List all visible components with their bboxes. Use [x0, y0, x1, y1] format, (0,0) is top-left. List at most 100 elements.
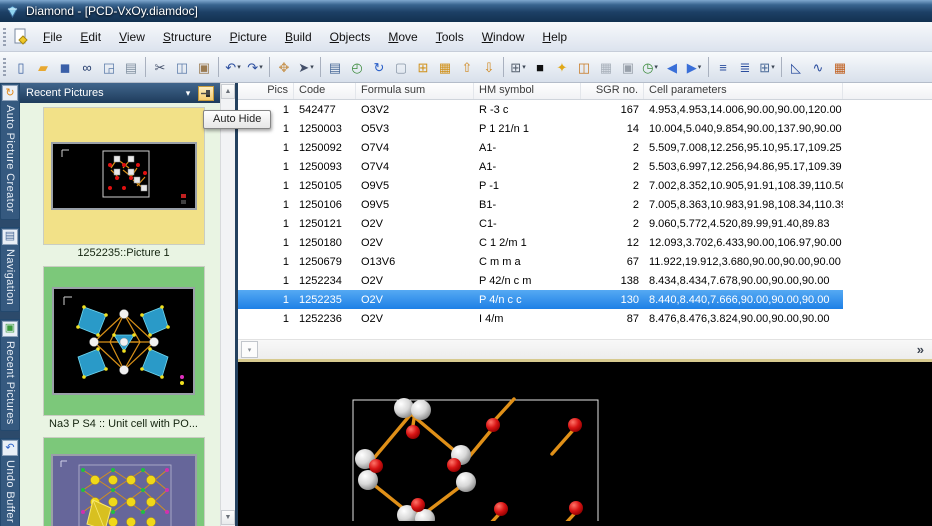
- select-button[interactable]: ➤▾: [295, 55, 317, 79]
- recent-picture-card-1252235[interactable]: [43, 107, 205, 245]
- picture-new-button[interactable]: ✦: [551, 55, 573, 79]
- table-row-1250679[interactable]: 11250679O13V6C m m a6711.922,19.912,3.68…: [238, 252, 843, 271]
- cell-code: 1250679: [294, 256, 356, 268]
- pan-button[interactable]: ✥: [273, 55, 295, 79]
- table-row-1250121[interactable]: 11250121O2VC1-29.060,5.772,4.520,89.99,9…: [238, 214, 843, 233]
- recent-picture-card-na3ps4[interactable]: [43, 266, 205, 416]
- menu-window[interactable]: Window: [473, 26, 534, 48]
- new-diamond-document-icon[interactable]: [12, 28, 30, 46]
- recent-picture-card-3[interactable]: [43, 437, 205, 526]
- menu-view[interactable]: View: [110, 26, 154, 48]
- copy-button[interactable]: ◫: [171, 55, 193, 79]
- panel-menu-chevron-icon[interactable]: ▾: [180, 86, 196, 101]
- dropdown-arrow-icon[interactable]: ▾: [259, 63, 263, 71]
- table-new-button[interactable]: ⊞: [412, 55, 434, 79]
- dropdown-arrow-icon[interactable]: ▾: [310, 63, 314, 71]
- picture-new-icon: ✦: [557, 61, 568, 74]
- blank-document-button[interactable]: ▢: [390, 55, 412, 79]
- redo-button[interactable]: ↷▾: [244, 55, 266, 79]
- table-row-1250093[interactable]: 11250093O7V4A1-25.503,6.997,12.256,94.86…: [238, 157, 843, 176]
- undo-button[interactable]: ↶▾: [222, 55, 244, 79]
- restore-picture-button[interactable]: ↻: [368, 55, 390, 79]
- table-row-1252234[interactable]: 11252234O2VP 42/n c m1388.434,8.434,7.67…: [238, 271, 843, 290]
- table-row-1250106[interactable]: 11250106O9V5B1-27.005,8.363,10.983,91.98…: [238, 195, 843, 214]
- menu-build[interactable]: Build: [276, 26, 321, 48]
- table-header-row[interactable]: PicsCodeFormula sumHM symbolSGR no.Cell …: [238, 83, 932, 100]
- menu-structure[interactable]: Structure: [154, 26, 221, 48]
- picture-active-button[interactable]: ■: [529, 55, 551, 79]
- table-row-1250003[interactable]: 11250003O5V3P 1 21/n 11410.004,5.040,9.8…: [238, 119, 843, 138]
- column-header-pics[interactable]: Pics: [238, 83, 294, 99]
- cell-hm-symbol: P 4/n c c: [474, 294, 581, 306]
- print-preview-button[interactable]: ◲: [98, 55, 120, 79]
- menu-picture[interactable]: Picture: [221, 26, 276, 48]
- dropdown-arrow-icon[interactable]: ▾: [698, 63, 702, 71]
- table-data-button[interactable]: ▦: [434, 55, 456, 79]
- auto-hide-tooltip: Auto Hide: [203, 110, 271, 129]
- table-row-1252235[interactable]: 11252235O2VP 4/n c c1308.440,8.440,7.666…: [238, 290, 843, 309]
- column-header-cell-parameters[interactable]: Cell parameters: [644, 83, 843, 99]
- menubar-grip[interactable]: [3, 28, 6, 46]
- menu-file[interactable]: File: [34, 26, 71, 48]
- column-header-hm-symbol[interactable]: HM symbol: [474, 83, 581, 99]
- cell-sgr-no-: 2: [581, 161, 644, 173]
- column-header-sgr-no-[interactable]: SGR no.: [581, 83, 644, 99]
- toolbar-grip[interactable]: [3, 58, 6, 76]
- import-sheet-button[interactable]: ⇧: [456, 55, 478, 79]
- find-button[interactable]: ∞: [76, 55, 98, 79]
- menu-move[interactable]: Move: [379, 26, 426, 48]
- tab-auto-picture-creator[interactable]: ↻Auto Picture Creator: [0, 83, 20, 220]
- table-view-button[interactable]: ⊞▾: [756, 55, 778, 79]
- data-sheet-button[interactable]: ▦: [829, 55, 851, 79]
- dropdown-arrow-icon[interactable]: ▾: [237, 63, 241, 71]
- structure-3d-view[interactable]: [238, 362, 932, 526]
- table-row-1252236[interactable]: 11252236O2VI 4/m878.476,8.476,3.824,90.0…: [238, 309, 843, 328]
- next-picture-button[interactable]: ▶▾: [683, 55, 705, 79]
- panel-scrollbar[interactable]: ▲ ▼: [220, 83, 235, 526]
- dropdown-arrow-icon[interactable]: ▾: [522, 63, 526, 71]
- table-row-542477[interactable]: 1542477O3V2R -3 c1674.953,4.953,14.006,9…: [238, 100, 843, 119]
- title-bar[interactable]: Diamond - [PCD-VxOy.diamdoc]: [0, 0, 932, 22]
- menu-help[interactable]: Help: [533, 26, 576, 48]
- scroll-up-arrow-icon[interactable]: ▲: [221, 84, 235, 99]
- panel-title: Recent Pictures: [26, 87, 178, 99]
- thumbnail-frame: [52, 287, 195, 395]
- powder-pattern-button[interactable]: ∿: [807, 55, 829, 79]
- menu-edit[interactable]: Edit: [71, 26, 110, 48]
- table-row-1250092[interactable]: 11250092O7V4A1-25.509,7.008,12.256,95.10…: [238, 138, 843, 157]
- new-button[interactable]: ▯: [10, 55, 32, 79]
- picture-lock-button[interactable]: ▣: [617, 55, 639, 79]
- scroll-down-arrow-icon[interactable]: ▼: [221, 510, 235, 525]
- save-button[interactable]: ◼: [54, 55, 76, 79]
- toolbar-overflow-chevron-icon[interactable]: »: [917, 342, 924, 357]
- pane-dropdown-button[interactable]: ▾: [241, 341, 258, 358]
- cut-button[interactable]: ✂: [149, 55, 171, 79]
- column-header-formula-sum[interactable]: Formula sum: [356, 83, 474, 99]
- previous-picture-button[interactable]: ◀: [661, 55, 683, 79]
- properties-view-button[interactable]: ≣: [734, 55, 756, 79]
- dropdown-arrow-icon[interactable]: ▾: [771, 63, 775, 71]
- picture-ghost-button[interactable]: ▦: [595, 55, 617, 79]
- distances-plot-button[interactable]: ◺: [785, 55, 807, 79]
- paste-button[interactable]: ▣: [193, 55, 215, 79]
- picture-history-button[interactable]: ◷▾: [639, 55, 661, 79]
- table-row-1250180[interactable]: 11250180O2VC 1 2/m 11212.093,3.702,6.433…: [238, 233, 843, 252]
- menu-objects[interactable]: Objects: [321, 26, 380, 48]
- tab-undo-buffer[interactable]: ↶Undo Buffer: [0, 438, 20, 526]
- menu-tools[interactable]: Tools: [427, 26, 473, 48]
- open-button[interactable]: ▰: [32, 55, 54, 79]
- export-sheet-button[interactable]: ⇩: [478, 55, 500, 79]
- picture-copy-button[interactable]: ◫: [573, 55, 595, 79]
- column-header-code[interactable]: Code: [294, 83, 356, 99]
- tab-navigation[interactable]: ▤Navigation: [0, 227, 20, 312]
- tab-recent-pictures[interactable]: ▣Recent Pictures: [0, 319, 20, 432]
- grid-layout-button[interactable]: ⊞▾: [507, 55, 529, 79]
- auto-hide-pin-icon[interactable]: [198, 86, 214, 101]
- list-view-button[interactable]: ≡: [712, 55, 734, 79]
- data-brief-button[interactable]: ▤: [324, 55, 346, 79]
- dropdown-arrow-icon[interactable]: ▾: [654, 63, 658, 71]
- print-button[interactable]: ▤: [120, 55, 142, 79]
- history-pane-button[interactable]: ◴: [346, 55, 368, 79]
- table-row-1250105[interactable]: 11250105O9V5P -127.002,8.352,10.905,91.9…: [238, 176, 843, 195]
- panel-header[interactable]: Recent Pictures ▾ ×: [20, 83, 235, 103]
